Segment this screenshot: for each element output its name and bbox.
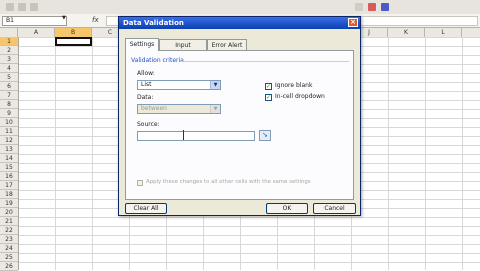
tab-settings[interactable]: Settings [125, 38, 159, 51]
function-icon[interactable]: fx [92, 16, 99, 24]
allow-dropdown[interactable]: List ▼ [137, 80, 221, 90]
data-value: between [141, 105, 167, 112]
chevron-down-icon[interactable]: ▼ [210, 81, 220, 89]
column-header[interactable]: A [18, 28, 55, 37]
row-header[interactable]: 1 [0, 37, 18, 46]
ignore-blank-checkbox[interactable]: ✓ [265, 83, 272, 90]
row-header[interactable]: 2 [0, 46, 18, 55]
row-headers: 1 2 3 4 5 6 7 8 9 10 11 12 13 14 15 16 17 18 19 20 21 22 23 24 2… [0, 37, 19, 271]
row-header[interactable]: 17 [0, 181, 18, 190]
in-cell-dropdown-checkbox[interactable]: ✓ [265, 94, 272, 101]
row-header[interactable]: 7 [0, 91, 18, 100]
excel-toolbar [0, 0, 480, 15]
clear-all-button[interactable]: Clear All [125, 203, 167, 214]
row-header[interactable]: 16 [0, 172, 18, 181]
row-header[interactable]: 9 [0, 109, 18, 118]
row-header[interactable]: 18 [0, 190, 18, 199]
tab-error-alert[interactable]: Error Alert [207, 39, 247, 50]
cancel-button[interactable]: Cancel [313, 203, 356, 214]
active-cell[interactable] [55, 37, 92, 46]
fill-color-icon[interactable] [368, 3, 376, 11]
ignore-blank-label: Ignore blank [275, 82, 313, 89]
chevron-down-icon: ▼ [210, 105, 220, 113]
text-cursor [183, 130, 184, 140]
row-header[interactable]: 8 [0, 100, 18, 109]
row-header[interactable]: 13 [0, 145, 18, 154]
apply-all-label: Apply these changes to all other cells w… [146, 179, 311, 185]
column-header[interactable]: B [55, 28, 92, 37]
select-all-corner[interactable] [0, 28, 18, 37]
row-header[interactable]: 23 [0, 235, 18, 244]
validation-criteria-label: Validation criteria [131, 57, 184, 64]
toolbar-button-icon[interactable] [6, 3, 14, 11]
toolbar-button-icon[interactable] [18, 3, 26, 11]
ok-button[interactable]: OK [266, 203, 308, 214]
toolbar-button-icon[interactable] [30, 3, 38, 11]
row-header[interactable]: 14 [0, 154, 18, 163]
row-header[interactable]: 3 [0, 55, 18, 64]
allow-value: List [141, 81, 152, 88]
toolbar-button-icon[interactable] [355, 3, 363, 11]
column-header[interactable]: K [388, 28, 425, 37]
source-label: Source: [137, 121, 160, 128]
row-header[interactable]: 5 [0, 73, 18, 82]
data-label: Data: [137, 94, 154, 101]
row-header[interactable]: 6 [0, 82, 18, 91]
source-input[interactable] [137, 131, 255, 141]
row-header[interactable]: 24 [0, 244, 18, 253]
row-header[interactable]: 21 [0, 217, 18, 226]
column-header[interactable]: L [425, 28, 462, 37]
row-header[interactable]: 10 [0, 118, 18, 127]
chevron-down-icon[interactable]: ▼ [62, 15, 66, 21]
row-header[interactable]: 25 [0, 253, 18, 262]
row-header[interactable]: 22 [0, 226, 18, 235]
dialog-titlebar[interactable]: Data Validation × [119, 17, 360, 29]
group-divider [181, 61, 349, 62]
row-header[interactable]: 19 [0, 199, 18, 208]
font-color-icon[interactable] [381, 3, 389, 11]
close-icon[interactable]: × [348, 18, 358, 27]
row-header[interactable]: 4 [0, 64, 18, 73]
in-cell-dropdown-label: In-cell dropdown [275, 93, 325, 100]
name-box[interactable]: B1 [2, 16, 67, 26]
tab-input-message[interactable]: Input Message [159, 39, 207, 60]
name-box-value: B1 [6, 17, 14, 24]
apply-all-checkbox [137, 180, 143, 186]
row-header[interactable]: 11 [0, 127, 18, 136]
dialog-title: Data Validation [123, 19, 184, 27]
row-header[interactable]: 15 [0, 163, 18, 172]
range-select-icon[interactable]: ➘ [259, 130, 271, 141]
row-header[interactable]: 12 [0, 136, 18, 145]
data-dropdown: between ▼ [137, 104, 221, 114]
row-header[interactable]: 20 [0, 208, 18, 217]
data-validation-dialog: Data Validation × Settings Input Message… [118, 16, 361, 216]
allow-label: Allow: [137, 70, 155, 77]
